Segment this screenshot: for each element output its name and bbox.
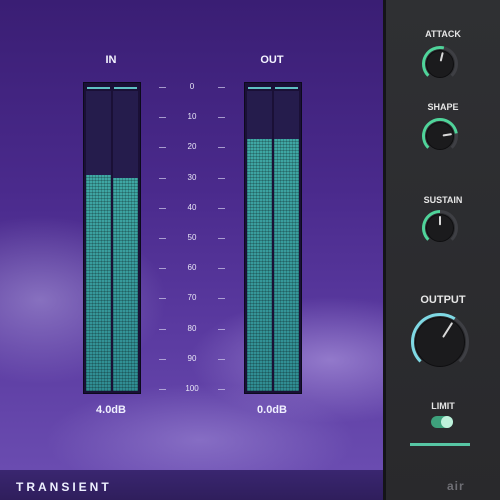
out-left-fill (247, 139, 272, 391)
scale-tick (218, 298, 225, 300)
limit-indicator-line (410, 443, 470, 446)
in-right-peak (114, 87, 137, 89)
scale-label: 80 (187, 323, 197, 333)
limit-label: LIMIT (431, 401, 455, 411)
in-meter-left-bar (86, 87, 111, 391)
out-right-empty (274, 91, 299, 139)
output-knob-body (415, 317, 465, 367)
scale-tick (159, 147, 166, 149)
transient-plugin-window: IN OUT 0 10 20 30 40 50 60 70 80 90 100 … (0, 0, 500, 500)
in-readout: 4.0dB (96, 404, 126, 416)
scale-tick (218, 117, 225, 119)
scale-tick (159, 207, 166, 209)
scale-tick (159, 328, 166, 330)
in-right-fill (113, 178, 138, 391)
scale-tick (218, 87, 225, 88)
scale-tick (218, 268, 225, 270)
plugin-name: TRANSIENT (16, 480, 112, 494)
out-left-peak (248, 87, 271, 89)
scale-tick (159, 389, 166, 390)
out-meter-left-bar (247, 87, 272, 391)
scale-tick (159, 87, 166, 88)
sustain-label: SUSTAIN (423, 195, 463, 205)
scale-label: 0 (189, 82, 195, 91)
scale-tick (218, 147, 225, 149)
attack-knob-body (426, 50, 454, 78)
shape-label: SHAPE (427, 102, 459, 112)
in-meter-title: IN (105, 54, 117, 66)
in-right-empty (113, 91, 138, 178)
out-right-fill (274, 139, 299, 391)
scale-tick (159, 298, 166, 300)
limit-toggle-thumb (441, 416, 453, 428)
scale-label: 50 (187, 233, 197, 242)
out-readout: 0.0dB (257, 404, 287, 416)
attack-knob[interactable] (420, 44, 460, 84)
scale-tick (159, 358, 166, 360)
output-label: OUTPUT (420, 294, 466, 306)
in-meter-right-bar (113, 87, 138, 391)
in-left-fill (86, 175, 111, 391)
scale-tick (218, 328, 225, 330)
scale-label: 10 (187, 112, 197, 122)
attack-label: ATTACK (425, 29, 461, 39)
scale-label: 100 (185, 384, 199, 393)
meter-area: IN OUT 0 10 20 30 40 50 60 70 80 90 100 … (0, 0, 383, 470)
scale-tick (218, 207, 225, 209)
scale-tick (159, 268, 166, 270)
shape-knob-pointer (442, 133, 452, 137)
scale-label: 90 (187, 353, 197, 363)
scale-tick (159, 238, 166, 239)
shape-knob[interactable] (420, 116, 460, 156)
limit-toggle[interactable] (431, 416, 453, 428)
scale-tick (218, 358, 225, 360)
scale-label: 40 (187, 202, 197, 212)
shape-knob-body (426, 122, 454, 150)
scale-tick (159, 117, 166, 119)
out-right-peak (275, 87, 298, 89)
scale-tick (218, 238, 225, 239)
out-meter-right-bar (274, 87, 299, 391)
out-meter (244, 82, 302, 394)
sustain-knob[interactable] (420, 208, 460, 248)
scale-tick (218, 389, 225, 390)
scale-label: 20 (187, 142, 197, 152)
in-meter (83, 82, 141, 394)
scale-tick (218, 177, 225, 179)
scale-tick (159, 177, 166, 179)
in-left-empty (86, 91, 111, 175)
air-logo: air (447, 479, 465, 493)
in-left-peak (87, 87, 110, 89)
scale-label: 70 (187, 293, 197, 303)
out-meter-title: OUT (260, 54, 284, 66)
out-left-empty (247, 91, 272, 139)
scale-label: 30 (187, 172, 197, 182)
output-knob[interactable] (408, 310, 472, 374)
scale-label: 60 (187, 263, 197, 273)
